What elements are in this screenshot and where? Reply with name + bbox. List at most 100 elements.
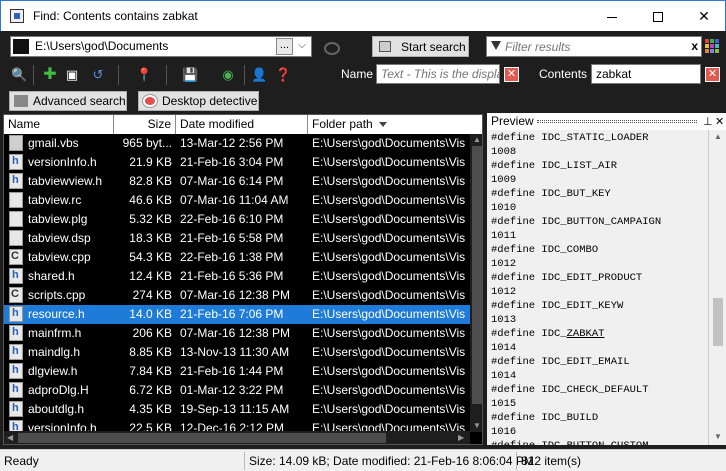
file-size: 54.3 KB (129, 250, 172, 264)
advanced-search-icon (14, 95, 28, 107)
start-search-button[interactable]: Start search (372, 36, 469, 57)
file-name: gmail.vbs (28, 136, 79, 150)
path-combo[interactable]: E:\Users\god\Documents ... ⌵ (10, 36, 312, 57)
search-location-bar: E:\Users\god\Documents ... ⌵ Start searc… (0, 31, 726, 60)
minimize-icon (607, 16, 617, 18)
magnifier-icon[interactable]: 🔍 (11, 67, 27, 83)
scroll-down-icon[interactable]: ▼ (473, 421, 481, 430)
minimize-button[interactable] (589, 1, 635, 31)
table-row[interactable]: mainfrm.h 206 KB 07-Mar-16 12:38 PM E:\User… (4, 324, 470, 343)
file-icon (9, 211, 23, 227)
maximize-button[interactable] (635, 1, 681, 31)
contents-input[interactable] (591, 64, 701, 84)
file-date: 19-Sep-13 11:15 AM (180, 402, 290, 416)
results-list[interactable]: Name Size Date modified Folder path gmai… (3, 114, 483, 445)
refresh-icon[interactable] (322, 39, 340, 55)
undo-icon[interactable]: ↺ (90, 67, 106, 83)
preview-line: 1011 (491, 230, 517, 242)
preview-line: #define IDC_LIST_AIR (491, 160, 618, 172)
table-row[interactable]: aboutdlg.h 4.35 KB 19-Sep-13 11:15 AM E:\Us… (4, 400, 470, 419)
preview-scrollbar[interactable]: ▲ ▼ (708, 130, 726, 445)
search-criteria-bar: 🔍 ✚ ▣ ↺ 📍 💾 ◉ 👤 ❓ Name ✕ Contents ✕ (0, 60, 726, 89)
file-name: shared.h (28, 269, 75, 283)
column-size[interactable]: Size (114, 115, 176, 134)
scroll-up-icon[interactable]: ▲ (473, 135, 481, 144)
close-button[interactable]: ✕ (681, 1, 726, 31)
table-row[interactable]: dlgview.h 7.84 KB 21-Feb-16 1:44 PM E:\User… (4, 362, 470, 381)
table-row[interactable]: gmail.vbs 965 byt... 13-Mar-12 2:56 PM E:\U… (4, 134, 470, 153)
table-row[interactable]: scripts.cpp 274 KB 07-Mar-16 12:38 PM E:\Us… (4, 286, 470, 305)
preview-header: Preview ⊥ ✕ (487, 113, 726, 130)
preview-scroll-thumb[interactable] (713, 298, 723, 346)
file-name: aboutdlg.h (28, 402, 85, 416)
clear-contents-button[interactable]: ✕ (705, 67, 720, 82)
file-date: 07-Mar-16 6:14 PM (180, 174, 284, 188)
filter-input[interactable] (505, 38, 683, 55)
advanced-search-button[interactable]: Advanced search (9, 91, 127, 111)
app-icon[interactable] (10, 9, 24, 23)
preview-text[interactable]: #define IDC_STATIC_LOADER 1008 #define IDC… (487, 130, 708, 445)
file-name: tabview.rc (28, 193, 82, 207)
path-text[interactable]: E:\Users\god\Documents (35, 39, 168, 53)
chevron-down-icon[interactable]: ⌵ (295, 40, 309, 54)
desktop-detective-label: Desktop detective (162, 94, 258, 108)
column-folder-path[interactable]: Folder path (308, 115, 482, 134)
file-name: mainfrm.h (28, 326, 82, 340)
name-input[interactable] (376, 64, 500, 84)
file-path: E:\Users\god\Documents\Vis (312, 288, 466, 302)
file-path: E:\Users\god\Documents\Vis (312, 269, 466, 283)
save-icon[interactable]: 💾 (182, 67, 198, 83)
color-grid-icon[interactable] (705, 39, 719, 53)
table-row[interactable]: tabview.cpp 54.3 KB 22-Feb-16 1:38 PM E:\Us… (4, 248, 470, 267)
clear-filter-button[interactable]: x (691, 39, 698, 53)
pin-icon[interactable]: ⊥ (703, 114, 713, 130)
preview-scroll-up-icon[interactable]: ▲ (714, 132, 722, 141)
desktop-detective-button[interactable]: Desktop detective (138, 91, 259, 111)
file-size: 5.32 KB (129, 212, 172, 226)
contents-label: Contents (539, 67, 588, 81)
table-row[interactable]: maindlg.h 8.85 KB 13-Nov-13 11:30 AM E:\Use… (4, 343, 470, 362)
file-icon (9, 363, 23, 379)
location-pin-icon[interactable]: 📍 (136, 67, 152, 83)
file-date: 13-Mar-12 2:56 PM (180, 136, 284, 150)
preview-line: 1010 (491, 202, 517, 214)
vertical-scrollbar[interactable]: ▲ ▼ (470, 134, 482, 432)
table-row[interactable]: shared.h 12.4 KB 21-Feb-16 5:36 PM E:\Users… (4, 267, 470, 286)
file-size: 14.0 KB (129, 307, 172, 321)
filter-box[interactable]: x (486, 36, 702, 57)
table-row[interactable]: tabview.dsp 18.3 KB 21-Feb-16 5:58 PM E:\Us… (4, 229, 470, 248)
scroll-left-icon[interactable]: ◀ (7, 433, 13, 442)
table-row[interactable]: tabview.plg 5.32 KB 22-Feb-16 6:10 PM E:\Us… (4, 210, 470, 229)
list-header: Name Size Date modified Folder path (4, 115, 482, 134)
preview-line: #define IDC_STATIC_LOADER (491, 132, 649, 144)
table-row[interactable]: versionInfo.h 21.9 KB 21-Feb-16 3:04 PM E:\… (4, 153, 470, 172)
add-icon[interactable]: ✚ (42, 67, 58, 83)
preview-line: 1013 (491, 314, 517, 326)
funnel-icon (491, 41, 501, 50)
hscroll-thumb[interactable] (18, 433, 386, 443)
table-row[interactable]: tabviewview.h 82.8 KB 07-Mar-16 6:14 PM E:\… (4, 172, 470, 191)
help-icon[interactable]: ❓ (275, 67, 291, 83)
browse-button[interactable]: ... (276, 38, 293, 55)
horizontal-scrollbar[interactable]: ◀ ▶ (4, 431, 470, 444)
scroll-thumb[interactable] (472, 146, 482, 404)
file-date: 21-Feb-16 7:06 PM (180, 307, 284, 321)
table-row[interactable]: adproDlg.H 6.72 KB 01-Mar-12 3:22 PM E:\Use… (4, 381, 470, 400)
preview-line: #define IDC_BUTTON_CAMPAIGN (491, 216, 662, 228)
scroll-right-icon[interactable]: ▶ (458, 433, 464, 442)
table-row[interactable]: tabview.rc 46.6 KB 07-Mar-16 11:04 AM E:\Us… (4, 191, 470, 210)
preview-close-icon[interactable]: ✕ (715, 114, 724, 130)
file-name: tabview.plg (28, 212, 88, 226)
globe-icon[interactable]: ◉ (220, 67, 236, 83)
column-date-modified[interactable]: Date modified (176, 115, 308, 134)
user-icon[interactable]: 👤 (251, 67, 267, 83)
preview-scroll-down-icon[interactable]: ▼ (714, 432, 722, 441)
grip[interactable] (537, 120, 697, 123)
name-label: Name (341, 67, 374, 81)
column-name[interactable]: Name (4, 115, 114, 134)
preview-line: #define IDC_COMBO (491, 244, 599, 256)
file-date: 07-Mar-16 11:04 AM (180, 193, 289, 207)
clear-name-button[interactable]: ✕ (504, 67, 519, 82)
table-row[interactable]: resource.h 14.0 KB 21-Feb-16 7:06 PM E:\Use… (4, 305, 470, 324)
delete-icon[interactable]: ▣ (64, 67, 80, 83)
